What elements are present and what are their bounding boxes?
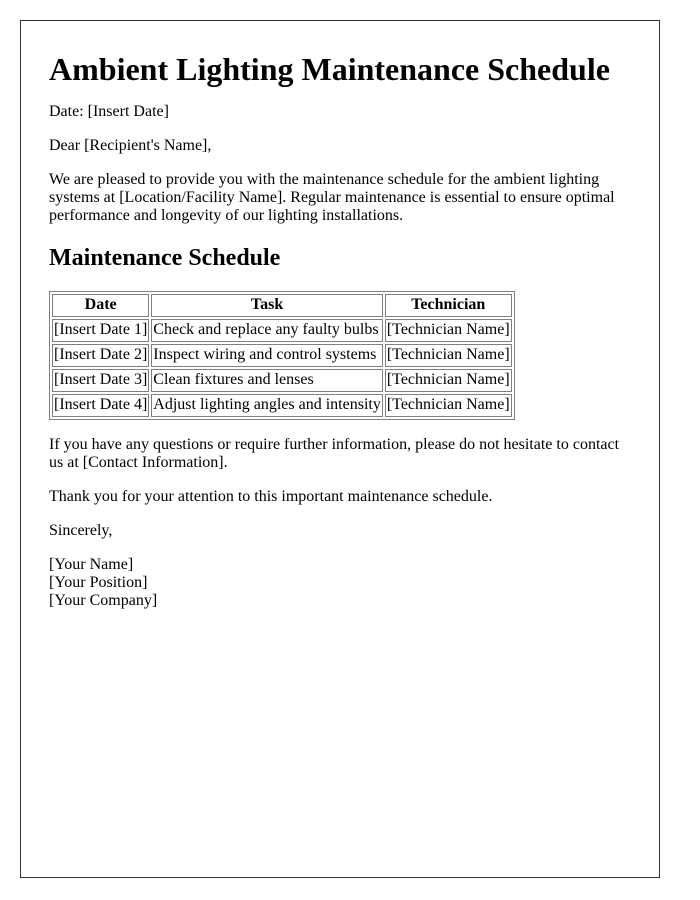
- table-row: [Insert Date 2] Inspect wiring and contr…: [52, 344, 512, 367]
- signature-position: [Your Position]: [49, 574, 148, 591]
- cell-date: [Insert Date 3]: [52, 369, 150, 392]
- signature-company: [Your Company]: [49, 592, 158, 609]
- table-row: [Insert Date 4] Adjust lighting angles a…: [52, 394, 512, 417]
- cell-technician: [Technician Name]: [384, 369, 512, 392]
- table-row: [Insert Date 1] Check and replace any fa…: [52, 319, 512, 342]
- cell-technician: [Technician Name]: [384, 344, 512, 367]
- section-heading: Maintenance Schedule: [49, 245, 281, 271]
- contact-paragraph: If you have any questions or require fur…: [49, 436, 620, 471]
- cell-task: Inspect wiring and control systems: [151, 344, 383, 367]
- cell-task: Check and replace any faulty bulbs: [151, 319, 383, 342]
- maintenance-schedule-table: Date Task Technician [Insert Date 1] Che…: [49, 291, 515, 420]
- cell-task: Clean fixtures and lenses: [151, 369, 383, 392]
- document-title: Ambient Lighting Maintenance Schedule: [49, 51, 610, 87]
- salutation: Dear [Recipient's Name],: [49, 137, 212, 154]
- column-header-task: Task: [151, 294, 383, 317]
- letter-page: Ambient Lighting Maintenance Schedule Da…: [20, 20, 660, 878]
- closing: Sincerely,: [49, 522, 113, 539]
- thanks-paragraph: Thank you for your attention to this imp…: [49, 488, 493, 505]
- cell-task: Adjust lighting angles and intensity: [151, 394, 383, 417]
- cell-date: [Insert Date 4]: [52, 394, 150, 417]
- cell-date: [Insert Date 1]: [52, 319, 150, 342]
- cell-technician: [Technician Name]: [384, 319, 512, 342]
- cell-technician: [Technician Name]: [384, 394, 512, 417]
- table-row: [Insert Date 3] Clean fixtures and lense…: [52, 369, 512, 392]
- column-header-technician: Technician: [384, 294, 512, 317]
- date-line: Date: [Insert Date]: [49, 103, 169, 120]
- column-header-date: Date: [52, 294, 150, 317]
- signature-name: [Your Name]: [49, 556, 134, 573]
- signature-block: [Your Name] [Your Position] [Your Compan…: [49, 556, 631, 610]
- intro-paragraph: We are pleased to provide you with the m…: [49, 171, 615, 224]
- cell-date: [Insert Date 2]: [52, 344, 150, 367]
- table-header-row: Date Task Technician: [52, 294, 512, 317]
